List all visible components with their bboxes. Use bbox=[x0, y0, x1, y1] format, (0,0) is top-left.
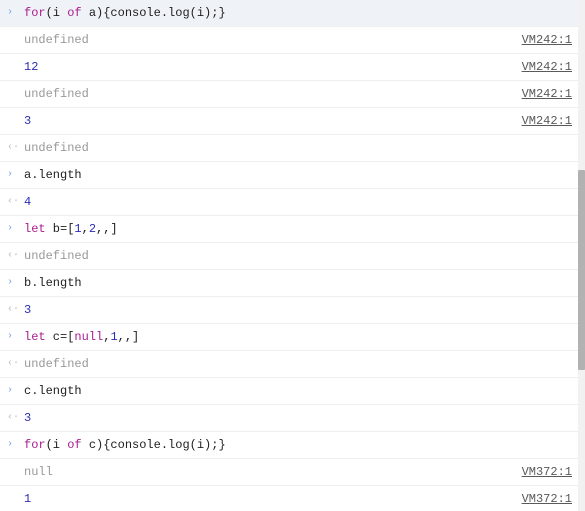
console-row-output[interactable]: ‹· 3 bbox=[0, 405, 578, 432]
token-undef: undefined bbox=[24, 87, 89, 101]
token-num: 3 bbox=[24, 303, 31, 317]
row-content: for(i of c){console.log(i);} bbox=[24, 436, 572, 454]
row-content: undefined bbox=[24, 31, 510, 49]
token-null: null bbox=[24, 465, 53, 479]
output-marker-icon: ‹· bbox=[7, 413, 19, 423]
token-ident: , bbox=[82, 222, 89, 236]
console-row-output[interactable]: ‹· 3 bbox=[0, 297, 578, 324]
token-undef: undefined bbox=[24, 357, 89, 371]
input-marker-icon: › bbox=[7, 440, 13, 450]
console-panel[interactable]: ›for(i of a){console.log(i);}undefinedVM… bbox=[0, 0, 578, 511]
token-ident: ,,] bbox=[118, 330, 140, 344]
token-undef: undefined bbox=[24, 33, 89, 47]
source-link[interactable]: VM242:1 bbox=[522, 112, 572, 130]
token-kw: let bbox=[24, 330, 46, 344]
console-row-input[interactable]: › for(i of a){console.log(i);} bbox=[0, 0, 578, 27]
output-marker-icon: ‹· bbox=[7, 305, 19, 315]
row-content: null bbox=[24, 463, 510, 481]
console-row-output[interactable]: ‹· 4 bbox=[0, 189, 578, 216]
output-marker-icon: ‹· bbox=[7, 197, 19, 207]
row-content: undefined bbox=[24, 355, 572, 373]
row-content: 3 bbox=[24, 409, 572, 427]
row-content: for(i of a){console.log(i);} bbox=[24, 4, 572, 22]
console-row-output[interactable]: ‹· undefined bbox=[0, 351, 578, 378]
token-kw: for bbox=[24, 438, 46, 452]
console-row-input[interactable]: › let c=[null,1,,] bbox=[0, 324, 578, 351]
token-num: 12 bbox=[24, 60, 38, 74]
row-content: 3 bbox=[24, 301, 572, 319]
scrollbar-thumb[interactable] bbox=[578, 170, 585, 370]
input-marker-icon: › bbox=[7, 170, 13, 180]
row-content: undefined bbox=[24, 139, 572, 157]
token-num: 2 bbox=[89, 222, 96, 236]
token-num: 4 bbox=[24, 195, 31, 209]
source-link[interactable]: VM372:1 bbox=[522, 463, 572, 481]
token-num: 1 bbox=[110, 330, 117, 344]
console-row-input[interactable]: › let b=[1,2,,] bbox=[0, 216, 578, 243]
input-marker-icon: › bbox=[7, 386, 13, 396]
console-row-log[interactable]: 1 VM372:1 bbox=[0, 486, 578, 511]
output-marker-icon: ‹· bbox=[7, 359, 19, 369]
row-content: undefined bbox=[24, 85, 510, 103]
source-link[interactable]: VM242:1 bbox=[522, 58, 572, 76]
console-row-log[interactable]: 3 VM242:1 bbox=[0, 108, 578, 135]
row-content: 1 bbox=[24, 490, 510, 508]
console-row-input[interactable]: › c.length bbox=[0, 378, 578, 405]
source-link[interactable]: VM372:1 bbox=[522, 490, 572, 508]
console-row-log[interactable]: null VM372:1 bbox=[0, 459, 578, 486]
source-link[interactable]: VM242:1 bbox=[522, 85, 572, 103]
token-num: 3 bbox=[24, 411, 31, 425]
token-kw: of bbox=[67, 438, 81, 452]
token-ident: c=[ bbox=[46, 330, 75, 344]
console-row-input[interactable]: › a.length bbox=[0, 162, 578, 189]
token-ident: c){console.log(i);} bbox=[82, 438, 226, 452]
row-content: c.length bbox=[24, 382, 572, 400]
token-num: 1 bbox=[24, 492, 31, 506]
input-marker-icon: › bbox=[7, 8, 13, 18]
token-undef: undefined bbox=[24, 141, 89, 155]
source-link[interactable]: VM242:1 bbox=[522, 31, 572, 49]
console-row-input[interactable]: › b.length bbox=[0, 270, 578, 297]
input-marker-icon: › bbox=[7, 224, 13, 234]
row-content: let b=[1,2,,] bbox=[24, 220, 572, 238]
console-row-log[interactable]: undefined VM242:1 bbox=[0, 81, 578, 108]
token-kw: let bbox=[24, 222, 46, 236]
input-marker-icon: › bbox=[7, 332, 13, 342]
row-content: 4 bbox=[24, 193, 572, 211]
console-row-input[interactable]: › for(i of c){console.log(i);} bbox=[0, 432, 578, 459]
token-ident: c.length bbox=[24, 384, 82, 398]
token-ident: a.length bbox=[24, 168, 82, 182]
row-content: 3 bbox=[24, 112, 510, 130]
row-content: undefined bbox=[24, 247, 572, 265]
token-ident: (i bbox=[46, 6, 68, 20]
row-content: let c=[null,1,,] bbox=[24, 328, 572, 346]
row-content: b.length bbox=[24, 274, 572, 292]
console-row-log[interactable]: 12 VM242:1 bbox=[0, 54, 578, 81]
console-row-log[interactable]: undefined VM242:1 bbox=[0, 27, 578, 54]
output-marker-icon: ‹· bbox=[7, 143, 19, 153]
token-ident: (i bbox=[46, 438, 68, 452]
token-ident: ,,] bbox=[96, 222, 118, 236]
output-marker-icon: ‹· bbox=[7, 251, 19, 261]
token-undef: undefined bbox=[24, 249, 89, 263]
token-ident: b.length bbox=[24, 276, 82, 290]
token-kw: for bbox=[24, 6, 46, 20]
token-num: 3 bbox=[24, 114, 31, 128]
token-ident: a){console.log(i);} bbox=[82, 6, 226, 20]
row-content: 12 bbox=[24, 58, 510, 76]
row-content: a.length bbox=[24, 166, 572, 184]
console-row-output[interactable]: ‹· undefined bbox=[0, 135, 578, 162]
input-marker-icon: › bbox=[7, 278, 13, 288]
token-num: 1 bbox=[74, 222, 81, 236]
console-row-output[interactable]: ‹· undefined bbox=[0, 243, 578, 270]
token-kw: of bbox=[67, 6, 81, 20]
token-kw: null bbox=[74, 330, 103, 344]
token-ident: b=[ bbox=[46, 222, 75, 236]
